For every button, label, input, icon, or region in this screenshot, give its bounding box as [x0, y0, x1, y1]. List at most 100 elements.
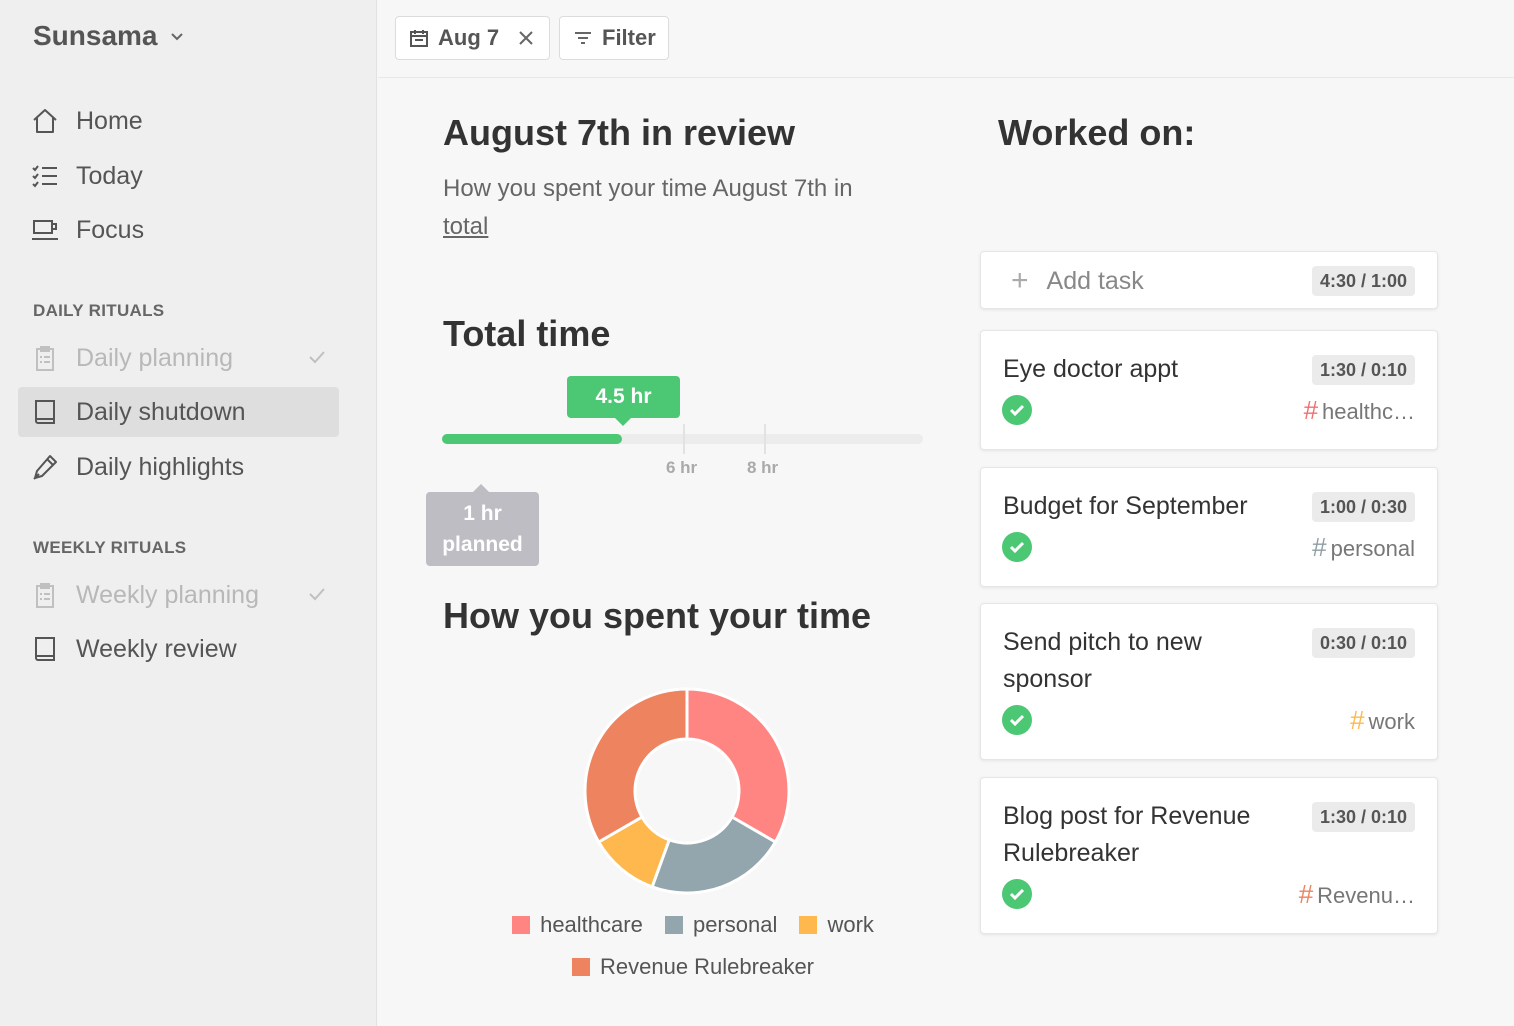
legend-revenue-rulebreaker[interactable]: Revenue Rulebreaker — [571, 947, 815, 987]
tick-6hr — [683, 424, 685, 454]
nav-weekly-review[interactable]: Weekly review — [18, 624, 339, 674]
filter-button[interactable]: Filter — [559, 16, 669, 60]
total-time-title: Total time — [443, 313, 611, 354]
legend-healthcare[interactable]: healthcare — [512, 905, 643, 945]
hashtag-icon: # — [1312, 532, 1327, 562]
task-card[interactable]: Eye doctor appt 1:30 / 0:10 # healthc… — [980, 330, 1438, 450]
legend-personal[interactable]: personal — [664, 905, 778, 945]
time-donut-chart — [583, 687, 791, 895]
close-icon[interactable] — [515, 27, 537, 49]
review-subtitle-text: How you spent your time August 7th in — [443, 175, 853, 202]
checklist-icon — [32, 165, 57, 188]
task-time-badge: 1:30 / 0:10 — [1311, 355, 1415, 385]
planned-label: planned — [442, 533, 523, 556]
planned-value: 1 hr — [463, 502, 502, 525]
task-time-badge: 0:30 / 0:10 — [1311, 628, 1415, 658]
nav-home[interactable]: Home — [18, 96, 339, 146]
task-tag[interactable]: # healthc… — [1304, 395, 1415, 426]
brand-name: Sunsama — [33, 20, 158, 51]
check-circle-icon — [1009, 404, 1025, 417]
home-icon — [33, 109, 57, 133]
add-task-label: Add task — [1046, 266, 1144, 295]
filter-label: Filter — [602, 25, 656, 50]
donut-slice-revenue-rulebreaker[interactable] — [583, 687, 689, 845]
clipboard-icon — [36, 583, 54, 608]
total-link[interactable]: total — [443, 213, 488, 240]
nav-label: Daily planning — [76, 343, 234, 372]
task-tag-label: Revenu… — [1317, 883, 1415, 908]
task-complete-check[interactable] — [1002, 532, 1032, 562]
check-circle-icon — [1009, 888, 1025, 901]
task-title: Budget for September — [1003, 492, 1248, 520]
tick-label-6hr: 6 hr — [666, 458, 698, 477]
section-weekly-rituals: WEEKLY RITUALS — [33, 538, 187, 557]
calendar-icon — [410, 30, 428, 47]
chevron-down-icon — [170, 33, 183, 41]
legend-swatch — [571, 958, 590, 976]
tick-8hr — [764, 424, 766, 454]
legend-label: personal — [692, 912, 778, 937]
top-bar: Aug 7 Filter — [378, 0, 1514, 78]
task-tag[interactable]: # work — [1350, 705, 1415, 736]
nav-label: Focus — [76, 215, 145, 244]
hashtag-icon: # — [1303, 395, 1319, 425]
filter-icon — [575, 32, 591, 44]
task-title: Send pitch to new sponsor — [1003, 628, 1202, 693]
date-chip-label: Aug 7 — [438, 25, 500, 50]
spent-title: How you spent your time — [443, 595, 872, 636]
book-icon — [35, 637, 55, 661]
total-time-badge: 4:30 / 1:00 — [1311, 266, 1415, 296]
task-tag[interactable]: # Revenu… — [1299, 879, 1415, 910]
clipboard-icon — [36, 346, 54, 371]
task-complete-check[interactable] — [1002, 395, 1032, 425]
plus-icon: + — [1011, 264, 1029, 297]
task-tag-label: healthc… — [1322, 399, 1415, 424]
hashtag-icon: # — [1298, 879, 1314, 909]
review-subtitle: How you spent your time August 7th in to… — [443, 170, 913, 246]
check-circle-icon — [1009, 541, 1025, 554]
sidebar: Sunsama Home Today Focus DAILY RITUALS D… — [0, 0, 377, 1026]
workspace-switcher[interactable]: Sunsama — [33, 20, 184, 52]
task-card[interactable]: Budget for September 1:00 / 0:30 # person… — [980, 467, 1438, 587]
task-card[interactable]: Send pitch to new sponsor 0:30 / 0:10 # w… — [980, 603, 1438, 760]
task-complete-check[interactable] — [1002, 705, 1032, 735]
nav-label: Home — [76, 106, 143, 135]
task-complete-check[interactable] — [1002, 879, 1032, 909]
nav-today[interactable]: Today — [18, 151, 339, 201]
task-tag-label: personal — [1330, 536, 1415, 561]
legend-swatch — [664, 916, 683, 934]
pen-icon — [33, 455, 57, 480]
book-icon — [35, 400, 55, 424]
task-tag-label: work — [1368, 709, 1415, 734]
check-icon — [309, 588, 325, 601]
legend-work[interactable]: work — [799, 905, 874, 945]
check-circle-icon — [1009, 714, 1025, 727]
nav-daily-planning[interactable]: Daily planning — [18, 333, 339, 383]
nav-label: Daily highlights — [76, 452, 245, 481]
nav-focus[interactable]: Focus — [18, 205, 339, 255]
time-progress-fill — [442, 434, 623, 444]
nav-daily-highlights[interactable]: Daily highlights — [18, 442, 339, 492]
date-chip[interactable]: Aug 7 — [395, 16, 551, 60]
task-time-badge: 1:30 / 0:10 — [1311, 802, 1415, 832]
task-time-badge: 1:00 / 0:30 — [1311, 492, 1415, 522]
worked-on-title: Worked on: — [998, 112, 1196, 153]
hashtag-icon: # — [1350, 705, 1365, 735]
legend-swatch — [512, 916, 531, 934]
task-tag[interactable]: # personal — [1312, 532, 1415, 563]
task-title: Blog post for Revenue Rulebreaker — [1003, 802, 1251, 867]
nav-label: Daily shutdown — [76, 397, 246, 426]
nav-daily-shutdown[interactable]: Daily shutdown — [18, 387, 339, 437]
task-title: Eye doctor appt — [1003, 355, 1179, 383]
check-icon — [309, 351, 325, 364]
mug-icon — [32, 220, 58, 240]
legend-label: Revenue Rulebreaker — [599, 954, 815, 979]
task-card[interactable]: Blog post for Revenue Rulebreaker 1:30 /… — [980, 777, 1438, 934]
add-task-row[interactable]: + Add task 4:30 / 1:00 — [980, 251, 1438, 309]
nav-weekly-planning[interactable]: Weekly planning — [18, 570, 339, 620]
chart-legend: healthcare personal work Revenue Rulebre… — [443, 905, 943, 989]
review-title: August 7th in review — [443, 112, 796, 153]
planned-time-bubble: 1 hr planned — [426, 484, 539, 566]
nav-label: Today — [76, 161, 143, 190]
nav-label: Weekly planning — [76, 580, 259, 609]
